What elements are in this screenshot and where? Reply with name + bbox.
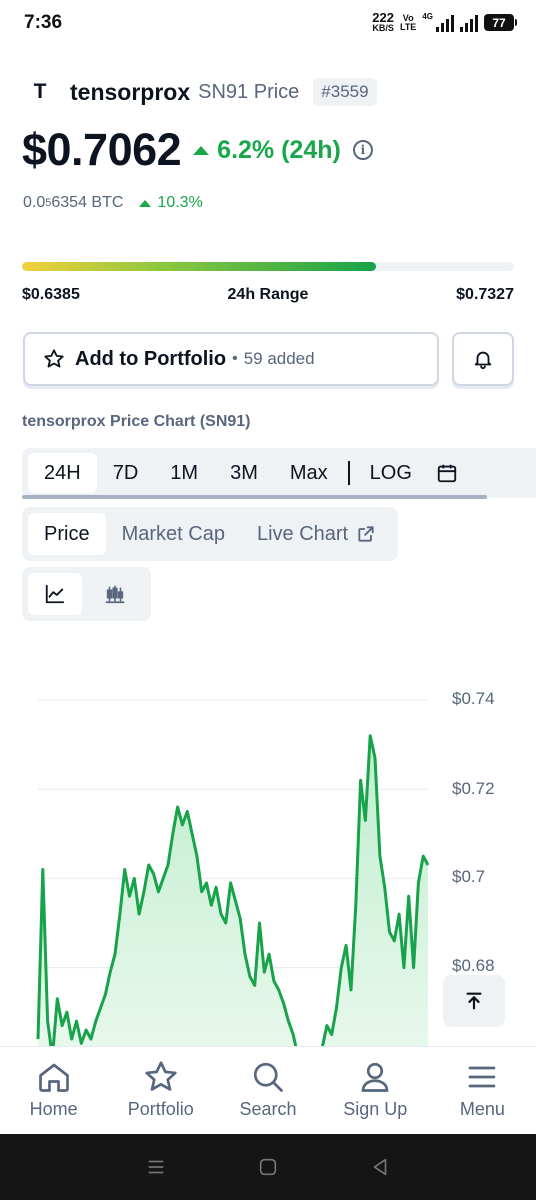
net-speed: 222 KB/S — [372, 11, 394, 33]
calendar-button[interactable] — [428, 453, 466, 493]
signal-icon — [436, 14, 454, 32]
y-tick-label: $0.68 — [452, 956, 495, 975]
tab-7d[interactable]: 7D — [97, 453, 155, 493]
nav-home[interactable]: Home — [0, 1047, 107, 1134]
tabs-scrollbar[interactable] — [22, 495, 487, 499]
star-icon — [145, 1061, 177, 1091]
btc-change-text: 10.3% — [157, 194, 203, 211]
menu-icon — [469, 1066, 496, 1088]
price-change-24h: 6.2% (24h) — [193, 136, 341, 165]
range-label: 24h Range — [227, 286, 309, 303]
nav-search[interactable]: Search — [214, 1047, 321, 1134]
price-change-text: 6.2% (24h) — [217, 135, 341, 164]
y-tick-label: $0.72 — [452, 779, 495, 798]
tab-divider — [347, 461, 350, 485]
live-chart-label: Live Chart — [256, 522, 349, 545]
scroll-to-top-button[interactable] — [443, 975, 505, 1027]
arrow-up-to-line-icon — [466, 992, 482, 1010]
tab-max[interactable]: Max — [274, 453, 344, 493]
range-high: $0.7327 — [456, 286, 514, 303]
net-speed-unit: KB/S — [372, 23, 394, 33]
recents-icon[interactable] — [145, 1156, 167, 1178]
chart-view-tabs — [22, 567, 151, 621]
bell-icon — [474, 351, 492, 370]
coin-name: tensorprox — [70, 78, 191, 105]
status-time: 7:36 — [24, 12, 63, 33]
portfolio-count: 59 added — [243, 349, 315, 368]
battery-level: 77 — [492, 15, 506, 30]
nav-label: Sign Up — [343, 1099, 408, 1119]
tab-24h[interactable]: 24H — [28, 453, 97, 493]
coin-price: $0.7062 — [22, 124, 182, 175]
range-low: $0.6385 — [22, 286, 80, 303]
star-icon — [44, 349, 64, 368]
range-bar-fill — [22, 262, 376, 271]
search-icon — [253, 1062, 283, 1092]
time-range-tabs: 24H 7D 1M 3M Max LOG — [22, 448, 536, 498]
back-icon[interactable] — [369, 1156, 391, 1178]
nav-label: Home — [29, 1099, 78, 1119]
range-labels: $0.6385 24h Range $0.7327 — [22, 286, 514, 304]
coin-logo-icon: T — [33, 80, 47, 103]
price-alert-button[interactable] — [452, 332, 514, 386]
btc-price-suffix: 6354 BTC — [51, 194, 124, 211]
external-link-icon — [358, 526, 374, 542]
coin-symbol: SN91 Price — [198, 80, 300, 103]
triangle-up-icon — [193, 145, 210, 155]
portfolio-separator: • — [232, 350, 238, 367]
status-icons: 222 KB/S Vo LTE 4G 77 — [372, 11, 517, 33]
line-chart-icon — [45, 584, 65, 604]
tab-live-chart[interactable]: Live Chart — [241, 513, 392, 555]
portfolio-label: Add to Portfolio — [75, 347, 227, 370]
nav-menu[interactable]: Menu — [429, 1047, 536, 1134]
add-to-portfolio-button[interactable]: Add to Portfolio • 59 added — [23, 332, 439, 386]
coin-header: T tensorprox SN91 Price #3559 — [24, 76, 377, 108]
btc-price-row: 0.0 5 6354 BTC 10.3% — [23, 194, 203, 212]
tab-market-cap[interactable]: Market Cap — [106, 513, 241, 555]
y-tick-label: $0.74 — [452, 689, 495, 708]
y-tick-label: $0.7 — [452, 867, 486, 886]
chart-type-tabs: Price Market Cap Live Chart — [22, 507, 399, 561]
nav-label: Menu — [459, 1099, 505, 1119]
volte-bottom: LTE — [399, 21, 417, 32]
tab-3m[interactable]: 3M — [214, 453, 274, 493]
bottom-nav: Home Portfolio Search Sign Up Menu — [0, 1046, 536, 1134]
candlestick-view-button[interactable] — [88, 573, 142, 615]
user-icon — [361, 1062, 389, 1092]
volte-indicator: Vo LTE — [399, 13, 417, 32]
rank-badge: #3559 — [313, 78, 377, 106]
price-row: $0.7062 6.2% (24h) i — [22, 124, 373, 176]
signal-icon-2 — [460, 14, 478, 32]
nav-sign-up[interactable]: Sign Up — [322, 1047, 429, 1134]
home-button-icon[interactable] — [257, 1156, 279, 1178]
triangle-up-icon — [139, 199, 152, 207]
btc-price-prefix: 0.0 — [23, 194, 46, 211]
nav-label: Search — [239, 1099, 297, 1119]
tab-price[interactable]: Price — [28, 513, 106, 555]
battery-icon: 77 — [484, 14, 517, 31]
tab-log[interactable]: LOG — [354, 453, 428, 493]
home-icon — [38, 1063, 69, 1092]
nav-label: Portfolio — [127, 1099, 194, 1119]
network-type: 4G — [422, 12, 433, 21]
nav-portfolio[interactable]: Portfolio — [107, 1047, 214, 1134]
tab-1m[interactable]: 1M — [154, 453, 214, 493]
calendar-icon — [437, 464, 457, 483]
candlestick-icon — [105, 585, 125, 604]
line-view-button[interactable] — [28, 573, 82, 615]
system-nav-bar — [0, 1134, 536, 1200]
chart-title: tensorprox Price Chart (SN91) — [22, 413, 251, 430]
range-bar — [22, 262, 514, 271]
info-icon[interactable]: i — [352, 140, 373, 160]
btc-change: 10.3% — [139, 194, 203, 212]
status-bar: 7:36 222 KB/S Vo LTE 4G 77 — [0, 0, 536, 48]
